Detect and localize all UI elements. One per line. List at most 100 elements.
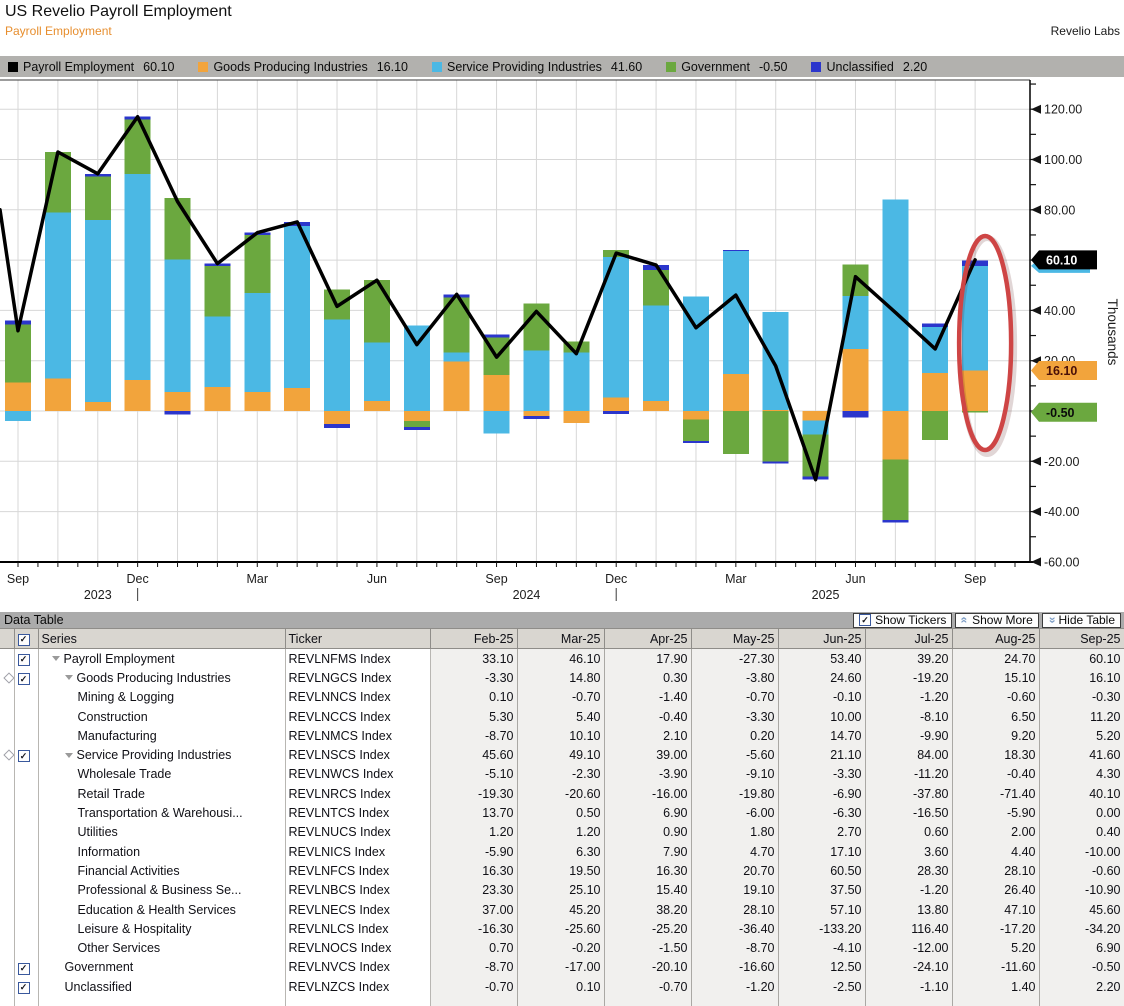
hide-table-button[interactable]: « Hide Table — [1042, 613, 1121, 628]
table-row-wholesale-trade[interactable]: Wholesale TradeREVLNWCS Index-5.10-2.30-… — [0, 765, 1124, 784]
series-name: Utilities — [78, 825, 118, 839]
checkbox-cell — [14, 784, 38, 803]
value-cell: 60.10 — [1039, 649, 1124, 669]
value-cell: -11.20 — [865, 765, 952, 784]
expand-arrow-icon[interactable] — [65, 753, 73, 758]
column-header-sep-25[interactable]: Sep-25 — [1039, 629, 1124, 649]
bar-segment-goods-producing-industries — [603, 398, 629, 411]
y-tick-arrow-icon — [1031, 557, 1041, 566]
ticker-cell: REVLNWCS Index — [285, 765, 430, 784]
column-header-aug-25[interactable]: Aug-25 — [952, 629, 1039, 649]
legend-item-unclassified[interactable]: Unclassified2.20 — [811, 60, 927, 74]
show-more-button[interactable]: « Show More — [955, 613, 1038, 628]
value-cell: 6.90 — [1039, 938, 1124, 957]
y-tick-arrow-icon — [1031, 155, 1041, 164]
series-checkbox[interactable]: ✓ — [18, 654, 30, 666]
table-row-mining-logging[interactable]: Mining & LoggingREVLNNCS Index0.10-0.70-… — [0, 688, 1124, 707]
y-axis-label: -20.00 — [1044, 455, 1079, 469]
diamond-cell — [0, 726, 14, 745]
bar-segment-unclassified — [523, 416, 549, 419]
table-row-professional-business-se-[interactable]: Professional & Business Se...REVLNBCS In… — [0, 881, 1124, 900]
column-header-may-25[interactable]: May-25 — [691, 629, 778, 649]
filler-cell — [691, 996, 778, 1006]
y-axis-label: 100.00 — [1044, 153, 1082, 167]
table-row-financial-activities[interactable]: Financial ActivitiesREVLNFCS Index16.301… — [0, 861, 1124, 880]
table-row-construction[interactable]: ConstructionREVLNCCS Index5.305.40-0.40-… — [0, 707, 1124, 726]
table-row-leisure-hospitality[interactable]: Leisure & HospitalityREVLNLCS Index-16.3… — [0, 919, 1124, 938]
checkbox-cell — [14, 919, 38, 938]
show-tickers-label: Show Tickers — [875, 613, 946, 627]
table-row-payroll-employment[interactable]: ✓Payroll EmploymentREVLNFMS Index33.1046… — [0, 649, 1124, 669]
value-cell: 0.40 — [1039, 823, 1124, 842]
series-checkbox[interactable]: ✓ — [18, 963, 30, 975]
value-cell: 6.50 — [952, 707, 1039, 726]
table-row-education-health-services[interactable]: Education & Health ServicesREVLNECS Inde… — [0, 900, 1124, 919]
legend-item-payroll-employment[interactable]: Payroll Employment60.10 — [8, 60, 174, 74]
column-header-mar-25[interactable]: Mar-25 — [517, 629, 604, 649]
table-row-manufacturing[interactable]: ManufacturingREVLNMCS Index-8.7010.102.1… — [0, 726, 1124, 745]
diamond-cell — [0, 881, 14, 900]
column-header-jul-25[interactable]: Jul-25 — [865, 629, 952, 649]
table-row-government[interactable]: ✓GovernmentREVLNVCS Index-8.70-17.00-20.… — [0, 958, 1124, 977]
table-row-utilities[interactable]: UtilitiesREVLNUCS Index1.201.200.901.802… — [0, 823, 1124, 842]
ticker-cell: REVLNOCS Index — [285, 938, 430, 957]
value-cell: 37.50 — [778, 881, 865, 900]
legend-item-goods-producing-industries[interactable]: Goods Producing Industries16.10 — [198, 60, 408, 74]
expand-arrow-icon[interactable] — [52, 656, 60, 661]
chart-subtitle: Payroll Employment — [5, 24, 112, 38]
bar-segment-government — [922, 411, 948, 440]
legend-value: 2.20 — [903, 60, 927, 74]
legend-swatch-icon — [666, 62, 676, 72]
checkbox-cell — [14, 726, 38, 745]
table-row-unclassified[interactable]: ✓UnclassifiedREVLNZCS Index-0.700.10-0.7… — [0, 977, 1124, 996]
value-cell: -36.40 — [691, 919, 778, 938]
table-row-transportation-warehousi-[interactable]: Transportation & Warehousi...REVLNTCS In… — [0, 803, 1124, 822]
legend-item-government[interactable]: Government-0.50 — [666, 60, 787, 74]
x-axis-year-label: 2024 — [513, 588, 541, 602]
checkbox-cell: ✓ — [14, 668, 38, 687]
series-name: Other Services — [78, 941, 161, 955]
value-cell: 0.20 — [691, 726, 778, 745]
column-header-jun-25[interactable]: Jun-25 — [778, 629, 865, 649]
series-name: Retail Trade — [78, 787, 145, 801]
bar-segment-service-providing-industries — [204, 316, 230, 386]
value-cell: 4.40 — [952, 842, 1039, 861]
ticker-cell: REVLNFMS Index — [285, 649, 430, 669]
checkbox-cell: ✓ — [14, 649, 38, 669]
column-header-series[interactable]: Series — [38, 629, 285, 649]
diamond-cell — [0, 649, 14, 669]
series-name: Leisure & Hospitality — [78, 922, 192, 936]
diamond-cell — [0, 977, 14, 996]
series-checkbox[interactable]: ✓ — [18, 750, 30, 762]
column-header-ticker[interactable]: Ticker — [285, 629, 430, 649]
show-tickers-checkbox[interactable]: ✓ — [859, 614, 871, 626]
y-axis-label: 40.00 — [1044, 304, 1075, 318]
series-checkbox[interactable]: ✓ — [18, 982, 30, 994]
value-cell: 37.00 — [430, 900, 517, 919]
series-checkbox[interactable]: ✓ — [18, 673, 30, 685]
series-name-cell: Payroll Employment — [38, 649, 285, 669]
show-tickers-button[interactable]: ✓ Show Tickers — [853, 613, 952, 628]
value-cell: 2.20 — [1039, 977, 1124, 996]
column-header-apr-25[interactable]: Apr-25 — [604, 629, 691, 649]
show-more-label: Show More — [972, 613, 1033, 627]
table-row-service-providing-industries[interactable]: ✓Service Providing IndustriesREVLNSCS In… — [0, 745, 1124, 764]
value-cell: -0.40 — [604, 707, 691, 726]
value-cell: -6.00 — [691, 803, 778, 822]
value-cell: -1.50 — [604, 938, 691, 957]
column-header-feb-25[interactable]: Feb-25 — [430, 629, 517, 649]
table-row-other-services[interactable]: Other ServicesREVLNOCS Index0.70-0.20-1.… — [0, 938, 1124, 957]
value-cell: -6.30 — [778, 803, 865, 822]
value-cell: -34.20 — [1039, 919, 1124, 938]
bar-segment-service-providing-industries — [125, 174, 151, 380]
bar-segment-service-providing-industries — [364, 343, 390, 401]
legend-item-service-providing-industries[interactable]: Service Providing Industries41.60 — [432, 60, 642, 74]
select-all-checkbox[interactable]: ✓ — [18, 634, 30, 646]
bar-segment-goods-producing-industries — [165, 392, 191, 411]
table-row-information[interactable]: InformationREVLNICS Index-5.906.307.904.… — [0, 842, 1124, 861]
expand-arrow-icon[interactable] — [65, 675, 73, 680]
table-row-goods-producing-industries[interactable]: ✓Goods Producing IndustriesREVLNGCS Inde… — [0, 668, 1124, 687]
series-name: Mining & Logging — [78, 690, 175, 704]
table-row-retail-trade[interactable]: Retail TradeREVLNRCS Index-19.30-20.60-1… — [0, 784, 1124, 803]
bar-segment-goods-producing-industries — [204, 387, 230, 411]
